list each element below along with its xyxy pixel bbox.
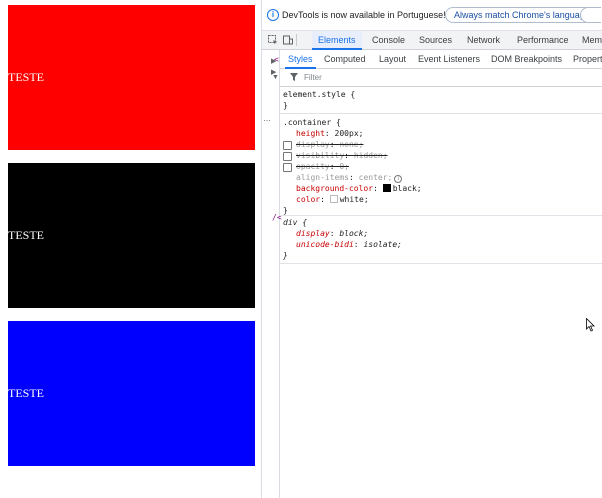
- styles-pane: element.style { } ⋯ .container { height:…: [263, 87, 602, 498]
- tree-tag[interactable]: <: [274, 55, 279, 64]
- declaration-checkbox[interactable]: [283, 152, 292, 161]
- tab-properties[interactable]: Propert: [573, 50, 602, 68]
- rule-separator: [280, 215, 602, 216]
- rule-selector[interactable]: element.style {: [283, 89, 355, 100]
- css-declaration[interactable]: opacity: 0;: [296, 161, 349, 172]
- tab-memory[interactable]: Mem: [582, 31, 602, 49]
- tab-layout[interactable]: Layout: [379, 50, 406, 68]
- blue-container[interactable]: TESTE: [8, 321, 255, 466]
- dont-show-again-button[interactable]: [580, 7, 601, 23]
- tab-performance[interactable]: Performance: [517, 31, 569, 49]
- more-options-icon[interactable]: ⋯: [263, 115, 271, 126]
- tab-sources[interactable]: Sources: [419, 31, 452, 49]
- declaration-checkbox[interactable]: [283, 141, 292, 150]
- rule-close-brace: }: [283, 251, 288, 260]
- rule-separator: [280, 113, 602, 114]
- color-swatch[interactable]: [329, 195, 338, 203]
- inspect-element-icon[interactable]: [268, 35, 278, 45]
- collapse-arrow-icon[interactable]: ▼: [272, 74, 279, 81]
- main-tab-bar: Elements Console Sources Network Perform…: [262, 31, 602, 50]
- tab-computed[interactable]: Computed: [324, 50, 366, 68]
- info-icon[interactable]: i: [394, 175, 403, 183]
- container-text: TESTE: [8, 70, 44, 84]
- container-text: TESTE: [8, 228, 44, 242]
- rule-selector[interactable]: .container {: [283, 117, 341, 128]
- tab-styles[interactable]: Styles: [285, 50, 315, 69]
- red-container[interactable]: TESTE: [8, 5, 255, 150]
- container-text: TESTE: [8, 386, 44, 400]
- declaration-checkbox[interactable]: [283, 163, 292, 172]
- web-page: TESTE TESTE TESTE: [0, 0, 261, 498]
- rule-separator: [280, 263, 602, 264]
- styles-sub-tab-bar: Styles Computed Layout Event Listeners D…: [280, 50, 602, 69]
- css-declaration: unicode-bidi: isolate;: [296, 240, 402, 249]
- match-language-button[interactable]: Always match Chrome's language: [445, 7, 599, 23]
- styles-filter-bar: ▼ Filter: [272, 69, 602, 87]
- filter-input[interactable]: Filter: [304, 73, 322, 82]
- info-icon: i: [267, 9, 279, 21]
- css-declaration: display: block;: [296, 229, 369, 238]
- tab-dom-breakpoints[interactable]: DOM Breakpoints: [491, 50, 562, 68]
- language-notice-text: DevTools is now available in Portuguese!: [282, 10, 446, 20]
- rule-close-brace: }: [283, 101, 288, 110]
- device-toolbar-icon[interactable]: [283, 35, 293, 45]
- css-declaration[interactable]: color: white;: [296, 194, 369, 205]
- tab-event-listeners[interactable]: Event Listeners: [418, 50, 480, 68]
- rule-selector[interactable]: div {: [283, 217, 307, 228]
- css-declaration[interactable]: visibility: hidden;: [296, 150, 388, 161]
- tab-elements[interactable]: Elements: [312, 31, 362, 50]
- css-declaration[interactable]: background-color: black;: [296, 183, 422, 194]
- filter-icon: [290, 73, 298, 83]
- css-declaration[interactable]: align-items: center; i: [296, 172, 403, 183]
- black-container[interactable]: TESTE: [8, 163, 255, 308]
- devtools-panel: i DevTools is now available in Portugues…: [262, 0, 602, 498]
- css-declaration[interactable]: height: 200px;: [296, 128, 363, 139]
- mouse-cursor-icon: [586, 317, 596, 337]
- css-declaration[interactable]: display: none;: [296, 139, 363, 150]
- tab-network[interactable]: Network: [467, 31, 500, 49]
- tab-console[interactable]: Console: [372, 31, 405, 49]
- toolbar-separator: [296, 34, 297, 46]
- language-notice-bar: i DevTools is now available in Portugues…: [262, 0, 602, 31]
- color-swatch[interactable]: [382, 184, 391, 192]
